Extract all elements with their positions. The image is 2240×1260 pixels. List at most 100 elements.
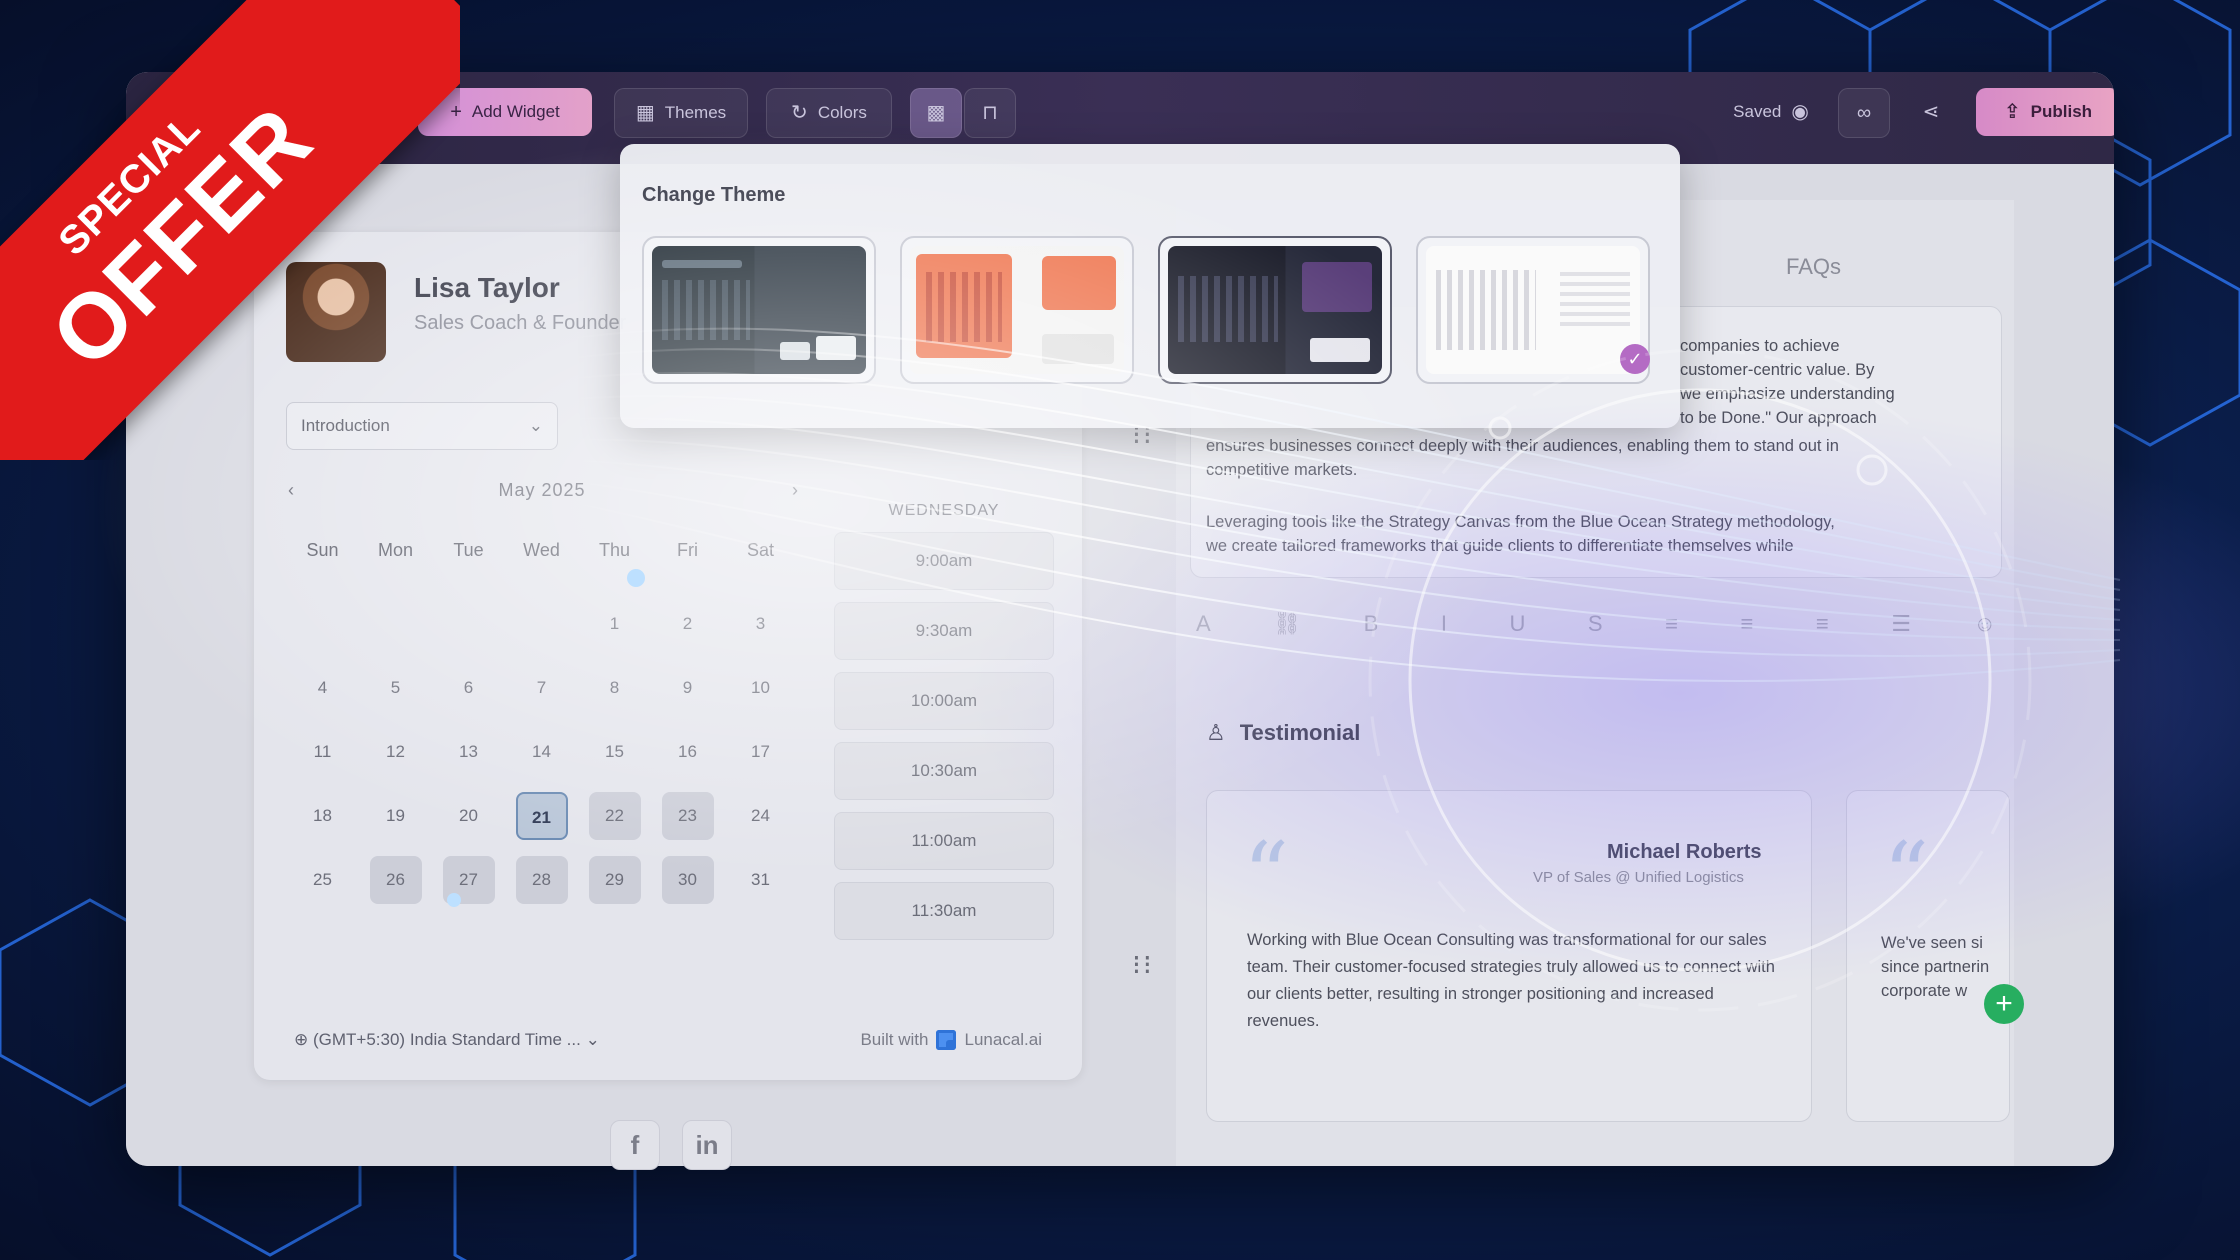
- saved-label: Saved: [1733, 102, 1782, 121]
- about-text-c: Leveraging tools like the Strategy Canva…: [1206, 510, 1835, 558]
- calendar-empty: [286, 598, 359, 651]
- publish-button[interactable]: ⇪ Publish: [1976, 88, 2114, 136]
- add-testimonial-button[interactable]: +: [1984, 984, 2024, 1024]
- meeting-type-select[interactable]: Introduction ⌄: [286, 402, 558, 450]
- calendar-day[interactable]: 10: [724, 664, 797, 712]
- calendar-day[interactable]: 27: [432, 856, 505, 904]
- calendar-day[interactable]: 31: [724, 856, 797, 904]
- text-line: to be Done." Our approach: [1680, 409, 1877, 427]
- time-slot-button[interactable]: 9:30am: [834, 602, 1054, 660]
- calendar-day[interactable]: 5: [359, 664, 432, 712]
- align-center-icon[interactable]: ≡: [1740, 611, 1753, 637]
- theme-option-coral[interactable]: [900, 236, 1134, 384]
- built-with[interactable]: Built with Lunacal.ai: [860, 1030, 1042, 1050]
- calendar-empty: [359, 598, 432, 651]
- weekday-label: Mon: [377, 540, 413, 560]
- time-slot-button[interactable]: 10:30am: [834, 742, 1054, 800]
- italic-icon[interactable]: I: [1441, 611, 1447, 637]
- tab-faqs[interactable]: FAQs: [1786, 254, 1841, 280]
- calendar-grid: Sun Mon Tue Wed Thu Fri Sat 1 2 3 4 5 6 7 8 9 10 11 12 13 1…: [286, 528, 798, 912]
- weekday-label: Sun: [306, 540, 339, 560]
- text-line: companies to achieve: [1680, 337, 1840, 355]
- emoji-icon[interactable]: ☺: [1973, 611, 1995, 637]
- calendar-day[interactable]: 1: [578, 600, 651, 648]
- calendar-day[interactable]: 24: [724, 792, 797, 840]
- time-slot-button[interactable]: 10:00am: [834, 672, 1054, 730]
- avatar: [286, 262, 386, 362]
- align-left-icon[interactable]: ≡: [1665, 611, 1678, 637]
- facebook-icon[interactable]: f: [610, 1120, 660, 1170]
- calendar-day[interactable]: 11: [286, 728, 359, 776]
- calendar-day[interactable]: 29: [578, 856, 651, 904]
- colors-button[interactable]: ↻ Colors: [766, 88, 892, 138]
- timezone-selector[interactable]: ⊕ (GMT+5:30) India Standard Time ... ⌄: [294, 1030, 600, 1050]
- theme-option-dark[interactable]: [642, 236, 876, 384]
- calendar-day[interactable]: 18: [286, 792, 359, 840]
- chevron-down-icon: ⌄: [585, 1030, 600, 1049]
- add-widget-button[interactable]: + Add Widget: [418, 88, 592, 136]
- calendar-day[interactable]: 2: [651, 600, 724, 648]
- link-icon[interactable]: ⛓: [1273, 611, 1301, 637]
- quote-icon: “: [1883, 823, 1930, 928]
- layout-single-button[interactable]: ⊓: [964, 88, 1016, 138]
- refresh-icon: ↻: [791, 102, 808, 124]
- theme-option-light[interactable]: ✓: [1416, 236, 1650, 384]
- font-color-icon[interactable]: A: [1196, 611, 1211, 637]
- drag-handle-icon[interactable]: ⁝⁝: [1132, 948, 1154, 981]
- calendar-day[interactable]: 4: [286, 664, 359, 712]
- add-widget-label: Add Widget: [471, 102, 560, 121]
- calendar-day[interactable]: 12: [359, 728, 432, 776]
- palette-icon: ▦: [635, 102, 655, 124]
- testimonial-card[interactable]: “ We've seen si since partnerin corporate …: [1846, 790, 2010, 1122]
- calendar-day[interactable]: 14: [505, 728, 578, 776]
- calendar-day[interactable]: 13: [432, 728, 505, 776]
- linkedin-icon[interactable]: in: [682, 1120, 732, 1170]
- calendar-day[interactable]: 21: [505, 792, 578, 840]
- day-heading: WEDNESDAY: [888, 502, 1000, 519]
- plus-icon: +: [450, 101, 462, 123]
- chevron-right-icon[interactable]: ›: [792, 480, 798, 501]
- calendar-day[interactable]: 20: [432, 792, 505, 840]
- calendar-day[interactable]: 19: [359, 792, 432, 840]
- calendar-day[interactable]: 23: [651, 792, 724, 840]
- check-icon: ✓: [1620, 344, 1650, 374]
- colors-label: Colors: [817, 103, 867, 122]
- layout-grid-button[interactable]: ▩: [910, 88, 962, 138]
- calendar-day[interactable]: 17: [724, 728, 797, 776]
- calendar-day[interactable]: 7: [505, 664, 578, 712]
- publish-label: Publish: [2030, 102, 2093, 121]
- calendar-day[interactable]: 3: [724, 600, 797, 648]
- calendar-day[interactable]: 28: [505, 856, 578, 904]
- testimonial-body: We've seen si since partnerin corporate w: [1881, 931, 1989, 1003]
- weekday-label: Wed: [523, 540, 560, 560]
- calendar-day[interactable]: 25: [286, 856, 359, 904]
- underline-icon[interactable]: U: [1510, 611, 1526, 637]
- grid-icon: ▩: [926, 102, 946, 124]
- testimonial-title: Testimonial: [1239, 720, 1361, 745]
- calendar-week: 11 12 13 14 15 16 17: [286, 720, 798, 784]
- calendar-day[interactable]: 9: [651, 664, 724, 712]
- calendar-day[interactable]: 22: [578, 792, 651, 840]
- settings-button[interactable]: Settings: [286, 88, 408, 138]
- time-slot-button[interactable]: 11:30am: [834, 882, 1054, 940]
- time-slot-button[interactable]: 9:00am: [834, 532, 1054, 590]
- share-button[interactable]: ⋖: [1906, 88, 1956, 136]
- theme-option-midnight[interactable]: [1158, 236, 1392, 384]
- bold-icon[interactable]: B: [1364, 611, 1379, 637]
- list-icon[interactable]: ☰: [1891, 611, 1911, 637]
- align-right-icon[interactable]: ≡: [1816, 611, 1829, 637]
- calendar-day[interactable]: 16: [651, 728, 724, 776]
- text-line: customer-centric value. By: [1680, 361, 1875, 379]
- calendar-day[interactable]: 8: [578, 664, 651, 712]
- calendar-day[interactable]: 15: [578, 728, 651, 776]
- strike-icon[interactable]: S: [1588, 611, 1603, 637]
- time-slot-button[interactable]: 11:00am: [834, 812, 1054, 870]
- testimonial-card[interactable]: “ Michael Roberts VP of Sales @ Unified …: [1206, 790, 1812, 1122]
- themes-button[interactable]: ▦ Themes: [614, 88, 748, 138]
- preview-button[interactable]: ∞: [1838, 88, 1890, 138]
- calendar-day[interactable]: 6: [432, 664, 505, 712]
- calendar-day[interactable]: 26: [359, 856, 432, 904]
- calendar-day[interactable]: 30: [651, 856, 724, 904]
- meeting-type-value: Introduction: [301, 416, 390, 435]
- text-format-toolbar: A ⛓ B I U S ≡ ≡ ≡ ☰ ☺: [1196, 598, 1996, 650]
